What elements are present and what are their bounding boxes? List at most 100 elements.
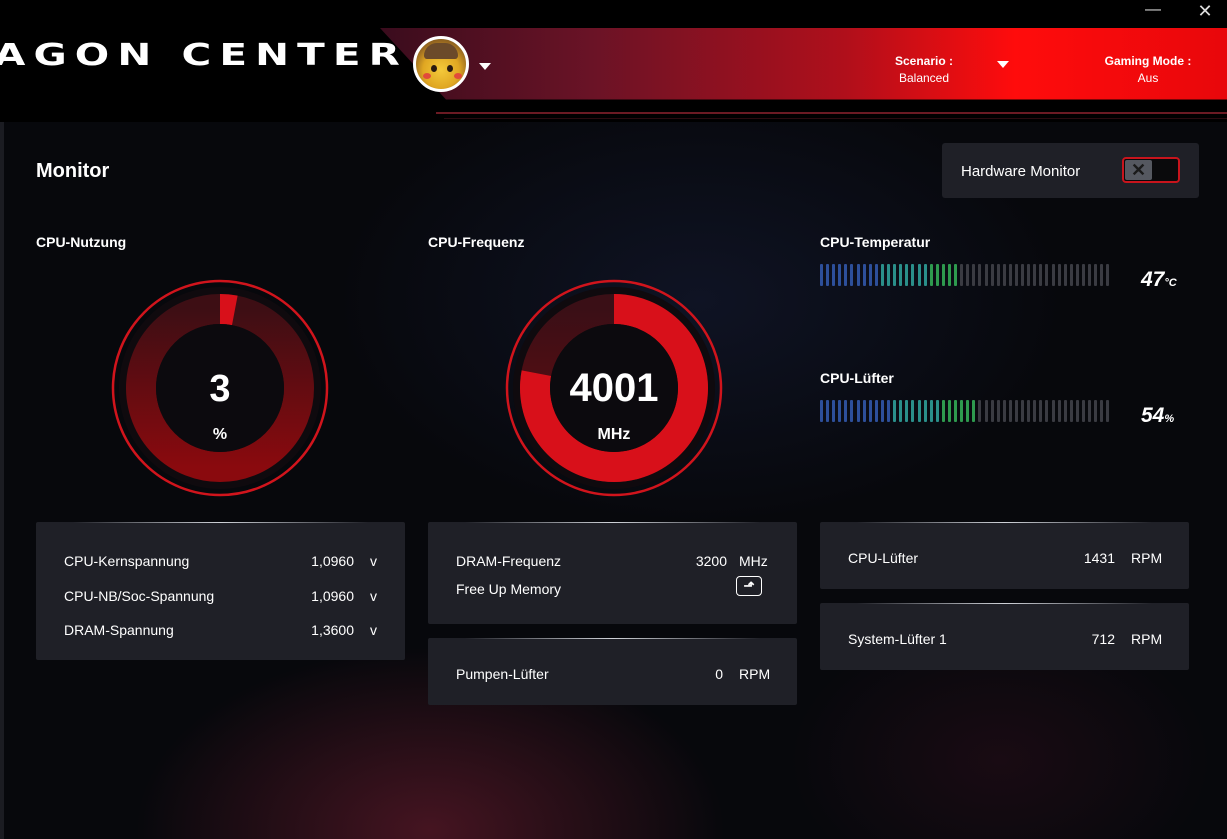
cpu-temperature-segment <box>941 264 945 286</box>
cpu-temperature-segment <box>1015 264 1018 286</box>
voltage-unit: v <box>370 588 377 604</box>
cpu-fan-label: CPU-Lüfter <box>820 370 894 386</box>
cpu-fan-segment <box>1075 400 1079 422</box>
cpu-temperature-segment <box>1008 264 1012 286</box>
cpu-temperature-segment <box>954 264 958 286</box>
cpu-fan-segment <box>1063 400 1067 422</box>
cpu-fan-segment <box>893 400 897 422</box>
toggle-off-icon: ✕ <box>1125 160 1152 180</box>
cpu-fan-segment <box>1106 400 1110 422</box>
avatar-dropdown-icon[interactable] <box>479 63 491 70</box>
user-avatar[interactable] <box>413 36 469 92</box>
cpu-fan-segment <box>844 400 848 422</box>
cpu-temperature-segment <box>1045 264 1049 286</box>
gaming-mode-value[interactable]: Aus <box>1093 71 1203 85</box>
cpu-fan-segment <box>1057 400 1061 422</box>
cpu-usage-unit: % <box>212 426 228 443</box>
close-button[interactable]: ✕ <box>1190 0 1220 22</box>
cpu-fan-segment <box>826 400 830 422</box>
cpu-temperature-segment <box>850 264 854 286</box>
cpu-temperature-segment <box>972 264 976 286</box>
cpu-fan-segment <box>1039 400 1043 422</box>
system-fan-card: System-Lüfter 1 712 RPM <box>820 603 1189 670</box>
cpu-temperature-segment <box>880 264 884 286</box>
cpu-fan-unit: % <box>1164 413 1175 425</box>
fan-unit: RPM <box>1131 550 1163 566</box>
dram-frequency-label: DRAM-Frequenz <box>456 553 562 569</box>
scenario-dropdown-icon[interactable] <box>997 61 1009 68</box>
header-divider <box>436 112 1227 114</box>
cpu-temperature-segment <box>1100 264 1104 286</box>
cpu-fan-segment <box>954 400 958 422</box>
cpu-temperature-segment <box>862 264 866 286</box>
cpu-temperature-segment <box>960 264 964 286</box>
hardware-monitor-label: Hardware Monitor <box>961 163 1081 180</box>
cpu-fan-segment <box>1008 400 1012 422</box>
avatar-eye-right <box>447 65 453 72</box>
cpu-fan-reading: 54% <box>1141 404 1174 428</box>
voltage-value: 1,0960 <box>311 553 354 569</box>
cpu-fan-segment <box>1082 400 1086 422</box>
minimize-button[interactable]: — <box>1138 0 1168 21</box>
cpu-fan-segment <box>996 400 1000 422</box>
cpu-temperature-segment <box>838 264 842 286</box>
fan-label: System-Lüfter 1 <box>848 631 947 647</box>
hardware-monitor-panel: Hardware Monitor ✕ <box>942 143 1199 198</box>
cpu-frequency-gauge: 4001 MHz <box>504 278 724 498</box>
cpu-usage-value: 3 <box>209 368 231 410</box>
gaming-mode-label: Gaming Mode : <box>1104 54 1192 68</box>
free-up-memory-button[interactable]: ⬏ <box>736 576 762 596</box>
cpu-fan-segment <box>1027 400 1031 422</box>
cpu-temperature-segment <box>868 264 872 286</box>
voltages-card: CPU-Kernspannung 1,0960 v CPU-NB/Soc-Spa… <box>36 522 405 660</box>
pump-fan-value: 0 <box>715 666 723 682</box>
scenario-value[interactable]: Balanced <box>874 71 974 85</box>
cpu-temperature-segment <box>899 264 903 286</box>
cpu-temperature-segment <box>1051 264 1055 286</box>
scenario-label: Scenario : <box>894 54 954 68</box>
cpu-fan-segment <box>1069 400 1073 422</box>
voltage-unit: v <box>370 622 377 638</box>
cpu-usage-label: CPU-Nutzung <box>36 234 127 250</box>
avatar-cheek-right <box>454 73 462 79</box>
cpu-fan-segment <box>874 400 878 422</box>
cpu-fan-segment <box>923 400 927 422</box>
fan-value: 1431 <box>1083 550 1115 566</box>
fan-label: CPU-Lüfter <box>848 550 919 566</box>
voltage-label: CPU-NB/Soc-Spannung <box>64 588 215 604</box>
pump-fan-label: Pumpen-Lüfter <box>456 666 549 682</box>
cpu-temperature-bar <box>820 264 1110 286</box>
cpu-frequency-value: 4001 <box>569 366 659 410</box>
cpu-temperature-segment <box>947 264 951 286</box>
cpu-temperature-value: 47 <box>1141 268 1165 291</box>
cpu-fan-segment <box>1002 400 1006 422</box>
pump-fan-unit: RPM <box>739 666 771 682</box>
cpu-fan-segment <box>990 400 994 422</box>
cpu-temperature-segment <box>935 264 939 286</box>
hardware-monitor-toggle[interactable]: ✕ <box>1122 157 1180 183</box>
cpu-temperature-segment <box>929 264 933 286</box>
cpu-fan-segment <box>832 400 836 422</box>
cpu-temperature-segment <box>1039 264 1043 286</box>
cpu-temperature-segment <box>1075 264 1079 286</box>
dram-card: DRAM-Frequenz 3200 MHz Free Up Memory ⬏ <box>428 522 797 624</box>
cpu-fan-segment <box>1051 400 1055 422</box>
cpu-temperature-segment <box>1088 264 1092 286</box>
cpu-fan-bar <box>820 400 1110 422</box>
voltage-value: 1,3600 <box>311 622 354 638</box>
cpu-temperature-unit: °C <box>1164 277 1177 289</box>
cpu-temperature-segment <box>996 264 1000 286</box>
cpu-temperature-segment <box>984 264 988 286</box>
voltage-unit: v <box>370 553 377 569</box>
cpu-fan-segment <box>972 400 976 422</box>
cpu-fan-segment <box>966 400 970 422</box>
cpu-temperature-reading: 47°C <box>1141 268 1177 292</box>
cpu-fan-segment <box>1045 400 1049 422</box>
cpu-fan-segment <box>838 400 842 422</box>
fan-value: 712 <box>1091 631 1115 647</box>
cpu-temperature-label: CPU-Temperatur <box>820 234 931 250</box>
cpu-fan-segment <box>1088 400 1092 422</box>
cpu-temperature-segment <box>990 264 994 286</box>
header-divider-secondary <box>444 118 1227 119</box>
avatar-eye-left <box>431 65 437 72</box>
